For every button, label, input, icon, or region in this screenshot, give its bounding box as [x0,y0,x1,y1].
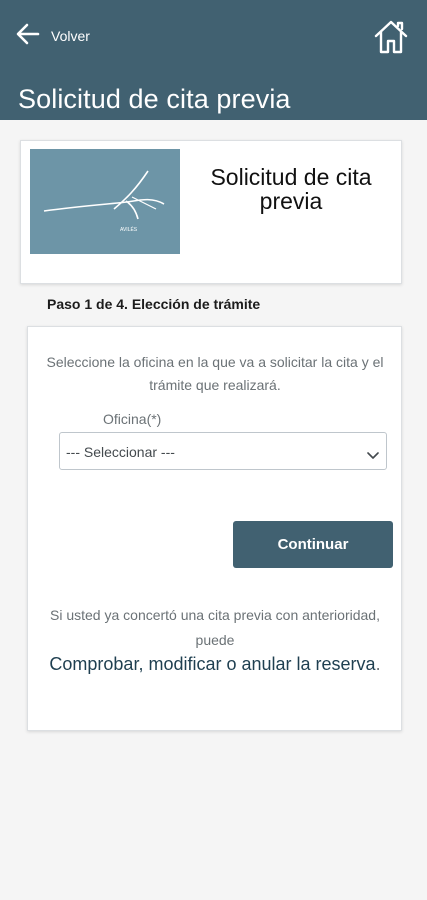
manage-booking-link-text[interactable]: Comprobar, modificar o anular la reserva [49,654,375,674]
continue-button[interactable]: Continuar [233,521,393,568]
back-label: Volver [51,28,90,44]
card-title: Solicitud de cita previa [210,164,372,214]
manage-booking-link[interactable]: Comprobar, modificar o anular la reserva… [34,651,396,677]
chevron-down-icon [367,447,379,459]
back-button[interactable]: Volver [14,22,90,50]
info-text: Si usted ya concertó una cita previa con… [50,607,380,648]
arrow-left-icon [14,20,42,53]
manage-booking-link-suffix: . [375,654,381,674]
logo-text: AVILÉS [120,226,138,233]
office-field-label: Oficina(*) [103,411,162,427]
top-app-bar: Volver Solicitud de cita previa [0,0,427,120]
form-card: Seleccione la oficina en la que va a sol… [27,326,402,731]
home-button[interactable] [372,18,410,56]
instructions-text: Seleccione la oficina en la que va a sol… [46,354,384,393]
page-title: Solicitud de cita previa [18,84,291,114]
office-select[interactable]: --- Seleccionar --- [59,432,387,470]
step-label: Paso 1 de 4. Elección de trámite [47,296,261,312]
home-icon [372,20,410,60]
office-select-value: --- Seleccionar --- [66,444,175,460]
aviles-logo: AVILÉS [30,149,180,254]
header-card: AVILÉS Solicitud de cita previa [20,140,402,284]
